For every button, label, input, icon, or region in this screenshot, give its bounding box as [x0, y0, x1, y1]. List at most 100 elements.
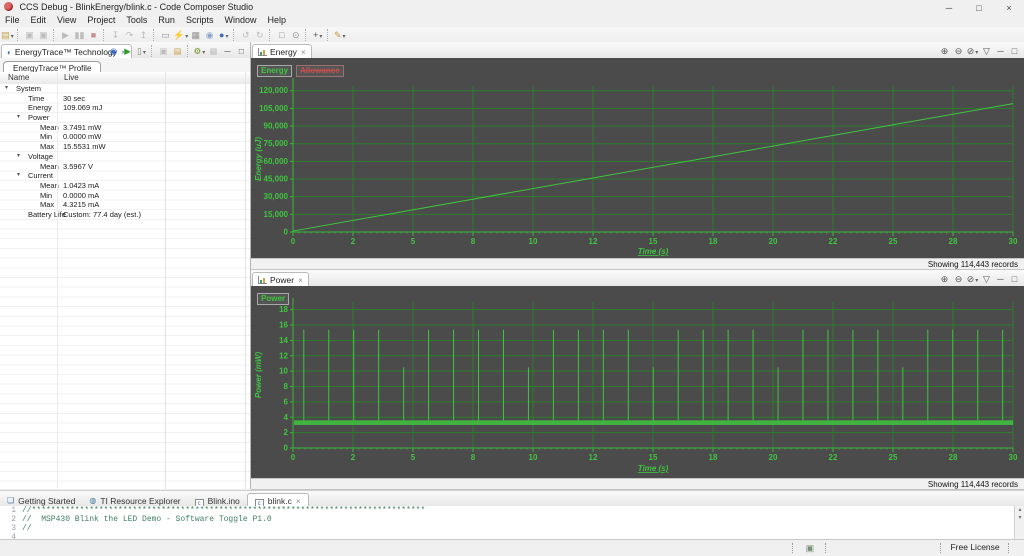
energy-chart-canvas[interactable]: 015,00030,00045,00060,00075,00090,000105… [251, 72, 1024, 258]
tree-row[interactable]: Max 4.3215 mA [0, 200, 250, 210]
close-icon[interactable]: × [298, 276, 303, 285]
code-line[interactable]: 3 // [0, 524, 1014, 533]
editor-scrollbar[interactable]: ▴ ▾ [1014, 506, 1024, 539]
minimize-icon[interactable]: ─ [994, 44, 1007, 59]
power-chart-canvas[interactable]: 0246810121416180 2 5 8 10 12 15 18 20 22 25 28 30Tim… [251, 298, 1024, 478]
menu-view[interactable]: View [57, 15, 76, 25]
tree-row[interactable]: Mean 3.5967 V [0, 162, 250, 172]
tree-row[interactable]: ▾ Current [0, 171, 250, 181]
dropdown-arrow-icon[interactable]: ▾ [319, 34, 322, 40]
scroll-down-icon[interactable]: ▾ [1015, 514, 1024, 522]
close-icon[interactable]: × [301, 48, 306, 57]
step-return-icon[interactable]: ↥ [137, 28, 150, 43]
menu-file[interactable]: File [5, 15, 20, 25]
menu-tools[interactable]: Tools [126, 15, 147, 25]
code-line[interactable]: 1 //*************************************… [0, 506, 1014, 515]
maximize-icon[interactable]: □ [1008, 272, 1021, 287]
toolbar-separator [187, 45, 189, 57]
minimize-icon[interactable]: ─ [221, 44, 234, 59]
et-save-icon[interactable]: ▣ [157, 44, 170, 59]
expand-arrow-icon[interactable]: ▾ [17, 113, 20, 123]
dropdown-arrow-icon[interactable]: ▾ [975, 278, 978, 284]
et-open-icon[interactable]: ▤ [171, 44, 184, 59]
expand-arrow-icon[interactable]: ▾ [17, 152, 20, 162]
dropdown-arrow-icon[interactable]: ▾ [975, 50, 978, 56]
view-menu-icon[interactable]: ▽ [980, 272, 993, 287]
et-compare-icon[interactable]: ▦ [207, 44, 220, 59]
dropdown-arrow-icon[interactable]: ▾ [225, 34, 228, 40]
menu-edit[interactable]: Edit [31, 15, 47, 25]
et-restart-icon[interactable]: ▶ [121, 44, 134, 59]
menu-run[interactable]: Run [158, 15, 175, 25]
dropdown-arrow-icon[interactable]: ▾ [202, 50, 205, 56]
zoom-out-icon[interactable]: ⊖ [952, 44, 965, 59]
save-all-icon[interactable]: ▣ [37, 28, 50, 43]
close-icon[interactable]: × [296, 497, 301, 506]
dropdown-arrow-icon[interactable]: ▾ [143, 50, 146, 56]
profile-table[interactable]: ▾ System Time 30 sec Energy 109.069 mJ ▾ Power M… [0, 84, 251, 489]
connect-target-icon[interactable]: ●▾ [217, 28, 230, 43]
memory-browser-icon[interactable]: ▦ [189, 28, 202, 43]
console-icon[interactable]: ▭ [159, 28, 172, 43]
svg-text:18: 18 [709, 237, 718, 246]
maximize-icon[interactable]: □ [1008, 44, 1021, 59]
et-pause-icon[interactable]: ◉ [107, 44, 120, 59]
tree-row[interactable]: Battery Life Custom: 77.4 day (est.) [0, 210, 250, 220]
column-header-name[interactable]: Name [8, 72, 29, 84]
zoom-in-icon[interactable]: ⊕ [938, 272, 951, 287]
new-icon[interactable]: ▤▾ [1, 28, 14, 43]
menu-project[interactable]: Project [87, 15, 115, 25]
zoom-in-icon[interactable]: ⊕ [938, 44, 951, 59]
svg-text:18: 18 [709, 453, 718, 462]
save-icon[interactable]: ▣ [23, 28, 36, 43]
minimize-icon[interactable]: ─ [994, 272, 1007, 287]
et-duration-icon[interactable]: ▯▾ [135, 44, 148, 59]
forward-icon[interactable]: ↻ [253, 28, 266, 43]
column-header-live[interactable]: Live [64, 72, 79, 84]
svg-text:22: 22 [829, 453, 838, 462]
et-settings-icon[interactable]: ⚙▾ [193, 44, 206, 59]
expand-arrow-icon[interactable]: ▾ [5, 84, 8, 94]
view-menu-icon[interactable]: ▽ [980, 44, 993, 59]
tree-row[interactable]: Mean 1.0423 mA [0, 181, 250, 191]
dropdown-arrow-icon[interactable]: ▾ [11, 34, 14, 40]
zoom-mode-icon[interactable]: ⊘▾ [966, 272, 979, 287]
breakpoint-icon[interactable]: ◉ [203, 28, 216, 43]
tree-row[interactable]: ▾ Power [0, 113, 250, 123]
suspend-icon[interactable]: ▮▮ [73, 28, 86, 43]
tree-row[interactable]: ▾ Voltage [0, 152, 250, 162]
tree-row-empty [0, 365, 250, 375]
tree-row[interactable]: Energy 109.069 mJ [0, 103, 250, 113]
menu-scripts[interactable]: Scripts [186, 15, 214, 25]
flash-icon[interactable]: ⚡▾ [173, 28, 188, 43]
tree-row[interactable]: Time 30 sec [0, 94, 250, 104]
tree-row[interactable]: Min 0.0000 mA [0, 191, 250, 201]
search-icon[interactable]: ⊙ [289, 28, 302, 43]
code-editor[interactable]: 1 //*************************************… [0, 506, 1014, 539]
highlight-icon[interactable]: ✎▾ [333, 28, 346, 43]
menu-help[interactable]: Help [267, 15, 286, 25]
scroll-up-icon[interactable]: ▴ [1015, 506, 1024, 514]
tree-row-name: Mean [40, 122, 59, 132]
back-icon[interactable]: ↺ [239, 28, 252, 43]
tree-row[interactable]: Mean 3.7491 mW [0, 123, 250, 133]
tree-row[interactable]: Max 15.5531 mW [0, 142, 250, 152]
target-config-icon[interactable]: +▾ [311, 28, 324, 43]
terminate-icon[interactable]: ■ [87, 28, 100, 43]
resume-icon[interactable]: ▶ [59, 28, 72, 43]
zoom-mode-icon[interactable]: ⊘▾ [966, 44, 979, 59]
console-monitor-icon[interactable]: ▣ [803, 541, 816, 556]
dropdown-arrow-icon[interactable]: ▾ [185, 34, 188, 40]
tree-row[interactable]: ▾ System [0, 84, 250, 94]
maximize-icon[interactable]: □ [235, 44, 248, 59]
step-into-icon[interactable]: ↧ [109, 28, 122, 43]
open-element-icon[interactable]: □ [275, 28, 288, 43]
menu-window[interactable]: Window [224, 15, 256, 25]
zoom-out-icon[interactable]: ⊖ [952, 272, 965, 287]
step-over-icon[interactable]: ↷ [123, 28, 136, 43]
expand-arrow-icon[interactable]: ▾ [17, 171, 20, 181]
tree-row-empty [0, 442, 250, 452]
tree-row[interactable]: Min 0.0000 mW [0, 132, 250, 142]
dropdown-arrow-icon[interactable]: ▾ [343, 34, 346, 40]
code-line[interactable]: 2 // MSP430 Blink the LED Demo - Software… [0, 515, 1014, 524]
